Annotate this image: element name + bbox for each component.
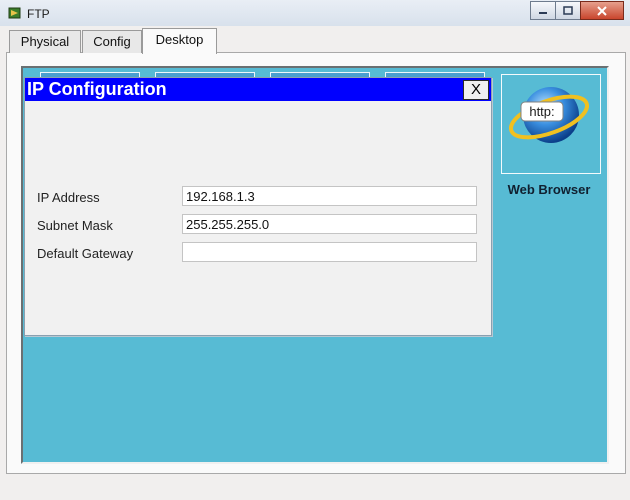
window-title: FTP	[27, 7, 50, 21]
tab-desktop[interactable]: Desktop	[142, 28, 217, 54]
dialog-title: IP Configuration	[27, 79, 167, 99]
close-window-button[interactable]	[580, 1, 624, 20]
web-browser-icon: http:	[509, 87, 589, 143]
default-gateway-input[interactable]	[182, 242, 477, 262]
tab-config[interactable]: Config	[82, 30, 142, 53]
default-gateway-label: Default Gateway	[37, 246, 134, 261]
app-icon	[8, 6, 22, 20]
dialog-titlebar[interactable]: IP Configuration X	[25, 78, 491, 101]
ip-configuration-dialog: IP Configuration X IP Address Subnet Mas…	[24, 77, 492, 336]
window-titlebar[interactable]: FTP	[0, 0, 630, 26]
subnet-mask-input[interactable]	[182, 214, 477, 234]
tab-physical[interactable]: Physical	[9, 30, 81, 53]
minimize-icon	[539, 11, 547, 14]
maximize-icon	[563, 6, 573, 15]
subnet-mask-label: Subnet Mask	[37, 218, 113, 233]
maximize-button[interactable]	[555, 1, 581, 20]
ip-address-input[interactable]	[182, 186, 477, 206]
web-browser-label[interactable]: Web Browser	[490, 182, 608, 197]
web-browser-tile[interactable]: http:	[501, 74, 601, 174]
web-browser-icon-text: http:	[529, 104, 554, 119]
close-icon	[597, 5, 607, 16]
ip-address-label: IP Address	[37, 190, 100, 205]
minimize-button[interactable]	[530, 1, 556, 20]
dialog-close-button[interactable]: X	[463, 80, 489, 100]
